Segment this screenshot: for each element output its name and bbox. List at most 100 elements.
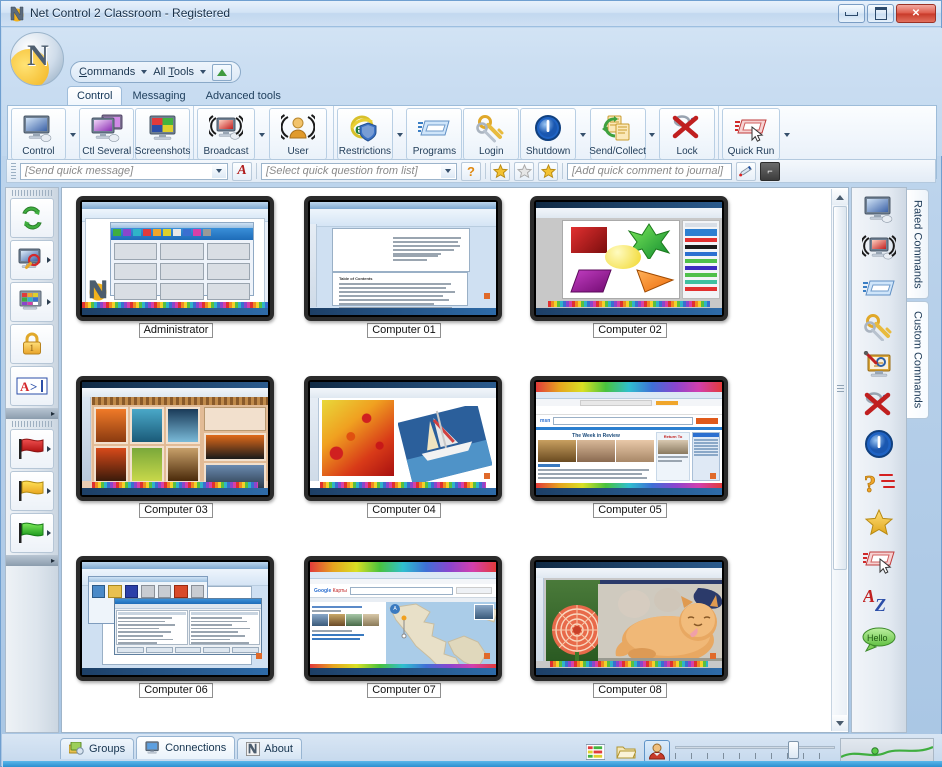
tab-messaging[interactable]: Messaging [122,86,195,105]
left-dock-flag-green[interactable] [10,513,54,553]
right-dock-lock[interactable] [857,387,901,423]
ribbon-button-shutdown[interactable]: Shutdown [520,108,577,160]
ribbon-button-send-collect[interactable]: Send/Collect [589,108,646,160]
slider-track[interactable] [675,745,835,749]
left-dock-splitter[interactable]: ▸ [6,408,58,419]
thumbnail-frame[interactable]: Table of Contents [304,196,502,321]
orange-question-icon[interactable]: ? [461,161,481,181]
ribbon-button-login[interactable]: Login [463,108,520,160]
quick-message-input[interactable]: [Send quick message] [20,162,228,180]
broadcast-dropdown[interactable] [256,108,268,162]
chevron-down-icon[interactable] [200,70,207,74]
scroll-down-button[interactable] [832,715,848,731]
ribbon-button-control[interactable]: Control [11,108,66,160]
pen-icon[interactable] [736,161,756,181]
left-dock-refresh[interactable] [10,198,54,238]
ribbon-button-user[interactable]: User [269,108,327,160]
thumbnail-item[interactable]: Computer 02 [530,196,730,338]
ribbon-button-ctl-several[interactable]: Ctl Several [79,108,135,160]
star-gold-icon[interactable] [538,161,558,181]
right-dock-login[interactable] [857,309,901,345]
chevron-right-icon[interactable] [47,530,51,536]
ribbon-button-lock[interactable]: Lock [659,108,716,160]
right-dock-star[interactable] [857,504,901,540]
restrictions-dropdown[interactable] [394,108,406,162]
green-up-arrow-icon[interactable] [212,63,233,81]
thumbnail-item[interactable]: Google Карты A Computer 07 [304,556,504,698]
thumbnail-frame[interactable] [304,376,502,501]
star-grey-icon[interactable] [514,161,534,181]
commands-menu[interactable]: Commands [79,66,135,78]
chevron-down-icon[interactable] [441,164,455,178]
left-dock-text-input[interactable]: A > [10,366,54,406]
thumbnail-frame[interactable] [76,376,274,501]
left-dock-view-desktop[interactable] [10,240,54,280]
send-collect-dropdown[interactable] [647,108,659,162]
left-dock-flag-red[interactable] [10,429,54,469]
toolbar-gripper[interactable] [11,163,16,179]
chevron-right-icon[interactable] [47,446,51,452]
ribbon-button-programs[interactable]: Programs [406,108,463,160]
tab-connections[interactable]: Connections [136,736,236,759]
zoom-slider[interactable] [675,740,835,763]
right-dock-remote-control[interactable] [857,192,901,228]
thumbnail-item[interactable]: Computer 03 [76,376,276,518]
right-dock-font[interactable]: A Z [857,582,901,618]
tab-about[interactable]: About [237,738,302,759]
tab-rated-commands[interactable]: Rated Commands [907,189,929,299]
thumbnail-item[interactable]: Computer 04 [304,376,504,518]
right-dock-question[interactable]: ? [857,465,901,501]
left-dock-splitter[interactable]: ▸ [6,555,58,566]
main-vertical-scrollbar[interactable] [831,189,848,731]
all-tools-menu[interactable]: All Tools [153,66,194,78]
thumbnail-frame[interactable]: msn The Week in Review Return To [530,376,728,501]
left-dock-thumbnails[interactable] [10,282,54,322]
tab-groups[interactable]: Groups [60,738,135,759]
thumbnail-frame[interactable] [76,196,274,321]
thumbnail-item[interactable]: Administrator [76,196,276,338]
chevron-right-icon[interactable] [47,299,51,305]
thumbnail-item[interactable]: Computer 08 [530,556,730,698]
thumbnail-frame[interactable] [76,556,274,681]
shutdown-dropdown[interactable] [577,108,589,162]
app-logo[interactable]: N [10,32,64,86]
thumbnail-item[interactable]: Table of Contents Computer 01 [304,196,504,338]
right-dock-broadcast[interactable] [857,231,901,267]
left-dock-flag-yellow[interactable] [10,471,54,511]
right-dock-shutdown[interactable] [857,426,901,462]
folder-icon[interactable] [613,740,639,763]
chevron-down-icon[interactable] [212,164,226,178]
ribbon-button-broadcast[interactable]: Broadcast [197,108,255,160]
thumbnail-frame[interactable]: Google Карты A [304,556,502,681]
quick-question-input[interactable]: [Select quick question from list] [261,162,457,180]
right-dock-hello-message[interactable]: Hello [857,621,901,657]
thumbnail-item[interactable]: Computer 06 [76,556,276,698]
journal-comment-input[interactable]: [Add quick comment to journal] [567,162,732,180]
quick-run-dropdown[interactable] [781,108,793,162]
tab-custom-commands[interactable]: Custom Commands [907,301,929,419]
ribbon-button-quick-run[interactable]: Quick Run [722,108,780,160]
slider-knob[interactable] [788,740,799,759]
tab-control[interactable]: Control [67,86,123,105]
right-dock-programs[interactable] [857,270,901,306]
scrollbar-thumb[interactable] [833,206,847,570]
minimize-button[interactable] [838,4,865,23]
thumbnail-frame[interactable] [530,196,728,321]
star-gold-icon[interactable] [490,161,510,181]
ribbon-button-screenshots[interactable]: Screenshots [135,108,190,160]
chevron-right-icon[interactable] [47,257,51,263]
tab-advanced-tools[interactable]: Advanced tools [196,86,291,105]
chevron-down-icon[interactable] [141,70,148,74]
chevron-right-icon[interactable] [47,488,51,494]
dock-gripper[interactable] [12,421,52,427]
maximize-button[interactable] [867,4,894,23]
left-dock-lock[interactable]: 1 [10,324,54,364]
thumbnail-item[interactable]: msn The Week in Review Return To Compute… [530,376,730,518]
right-dock-register[interactable] [857,348,901,384]
user-icon[interactable] [644,740,670,763]
ribbon-button-restrictions[interactable]: e Restrictions [337,108,393,160]
dock-gripper[interactable] [12,190,52,196]
right-dock-quick-run[interactable] [857,543,901,579]
details-grid-icon[interactable] [582,740,608,763]
control-dropdown[interactable] [67,108,78,162]
